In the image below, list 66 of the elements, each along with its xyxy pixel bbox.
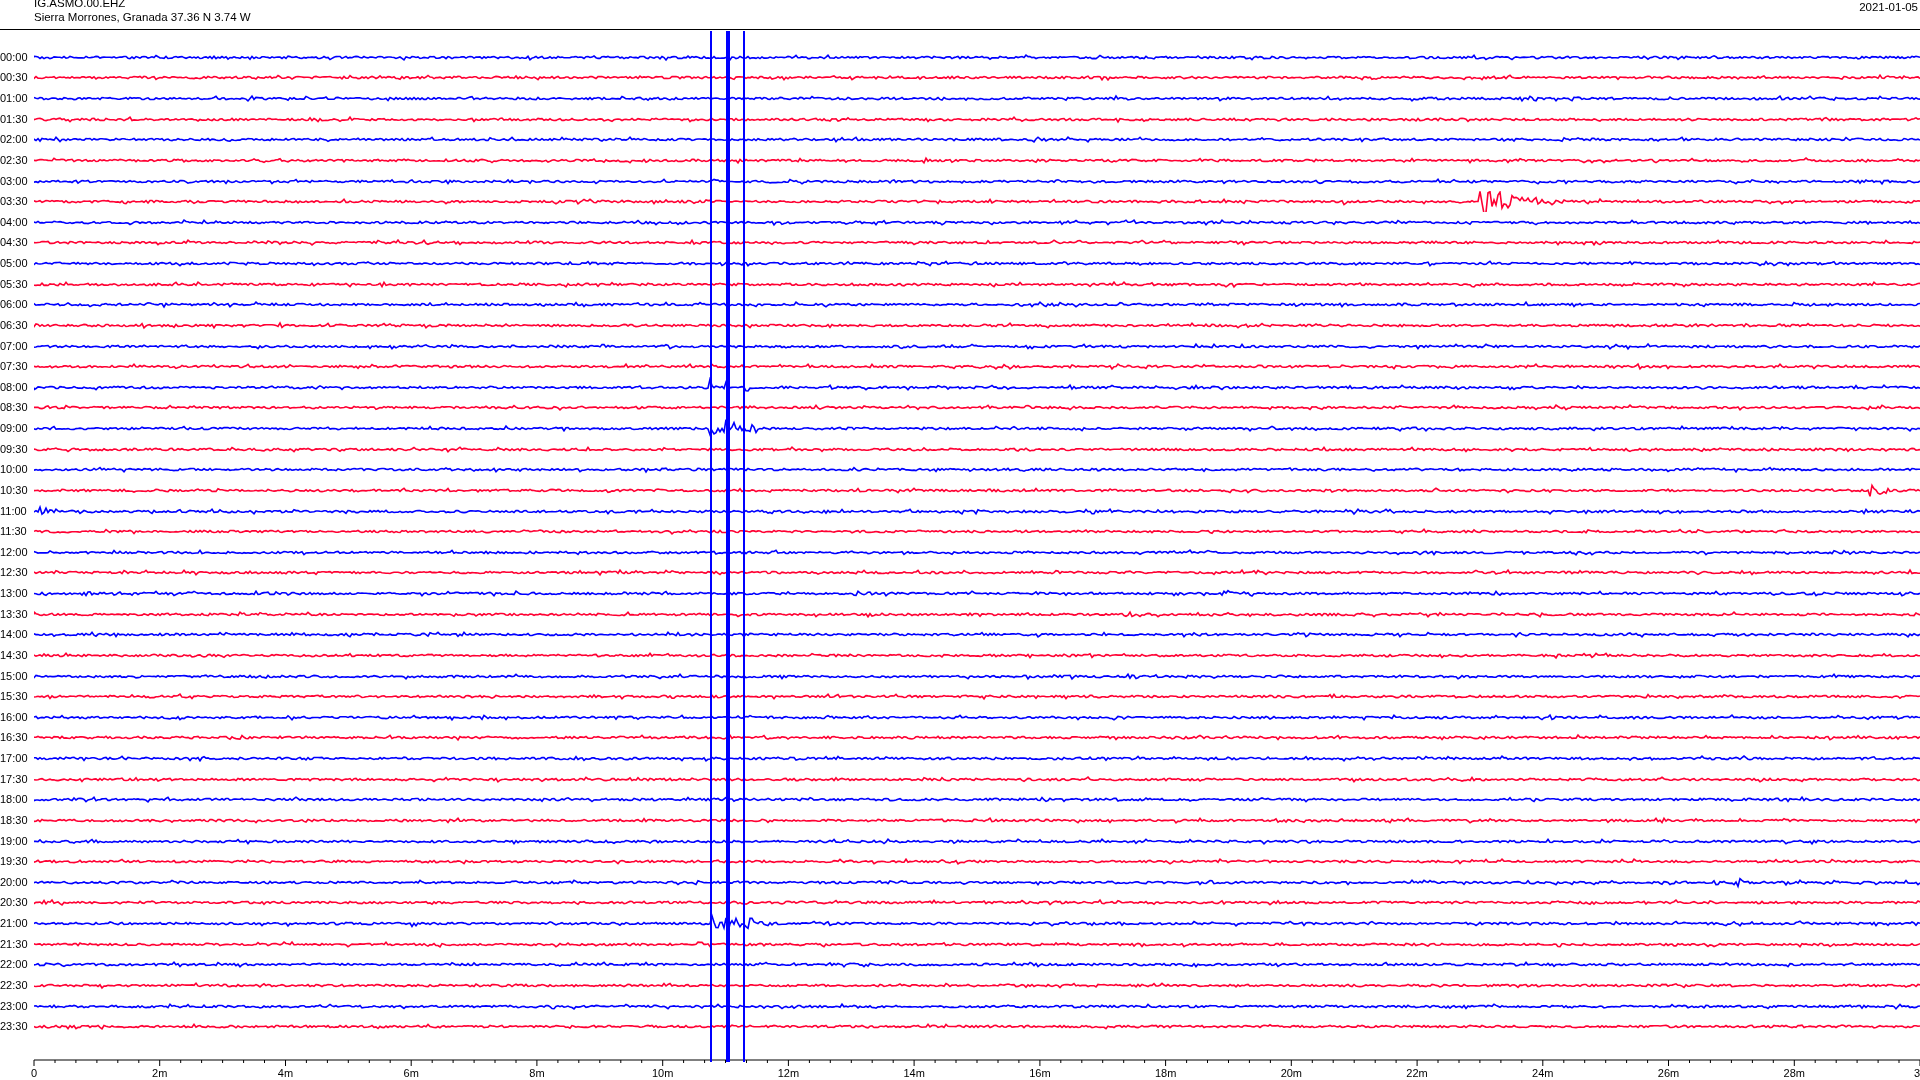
- time-label: 21:30: [0, 937, 29, 951]
- time-label: 02:30: [0, 153, 29, 167]
- time-label: 07:00: [0, 339, 29, 353]
- time-label: 23:30: [0, 1020, 29, 1034]
- time-label: 10:00: [0, 463, 29, 477]
- axis-tick-label: 20m: [1280, 1067, 1303, 1079]
- time-label: 00:00: [0, 50, 29, 64]
- axis-tick-label: 16m: [1029, 1067, 1051, 1079]
- axis-tick-label: 8m: [529, 1067, 545, 1079]
- axis-tick-label: 10m: [651, 1067, 674, 1079]
- date-label: 2021-01-05: [1859, 0, 1919, 15]
- time-label: 08:30: [0, 401, 29, 415]
- time-label: 12:00: [0, 545, 29, 559]
- time-label: 14:00: [0, 628, 29, 642]
- axis-tick-label: 6m: [403, 1067, 419, 1079]
- time-label: 22:00: [0, 958, 29, 972]
- time-label: 06:30: [0, 318, 29, 332]
- time-label: 15:30: [0, 690, 29, 704]
- axis-tick-label: 24m: [1532, 1067, 1554, 1079]
- time-label: 06:00: [0, 298, 29, 312]
- time-label: 09:00: [0, 422, 29, 436]
- time-label: 10:30: [0, 483, 29, 497]
- axis-tick-label: 4m: [277, 1067, 294, 1079]
- axis-tick-label: 2m: [152, 1067, 168, 1079]
- time-label: 20:30: [0, 896, 29, 910]
- time-label: 04:00: [0, 215, 29, 229]
- time-label: 22:30: [0, 978, 29, 992]
- time-label: 05:00: [0, 257, 29, 271]
- axis-tick-label: 18m: [1154, 1067, 1177, 1079]
- time-label: 17:00: [0, 752, 29, 766]
- time-label: 20:00: [0, 875, 29, 889]
- time-label: 15:00: [0, 669, 29, 683]
- time-label: 18:30: [0, 813, 29, 827]
- axis-tick-label: 26m: [1657, 1067, 1680, 1079]
- time-label: 09:30: [0, 442, 29, 456]
- time-label: 17:30: [0, 772, 29, 786]
- time-label: 13:00: [0, 587, 29, 601]
- time-label: 11:30: [0, 525, 28, 539]
- time-label: 01:30: [0, 112, 29, 126]
- axis-tick-label: 3: [1914, 1067, 1920, 1079]
- time-label: 01:00: [0, 92, 29, 106]
- time-label: 14:30: [0, 648, 29, 662]
- time-label: 11:00: [0, 504, 28, 518]
- time-label: 19:30: [0, 855, 29, 869]
- axis-tick-label: 22m: [1406, 1067, 1428, 1079]
- time-label: 00:30: [0, 71, 29, 85]
- time-label: 16:00: [0, 710, 29, 724]
- axis-tick-label: 0: [30, 1067, 38, 1079]
- time-label: 07:30: [0, 360, 29, 374]
- axis-tick-label: 12m: [777, 1067, 800, 1079]
- axis-tick-label: 28m: [1783, 1067, 1805, 1079]
- time-label: 21:00: [0, 917, 29, 931]
- time-label: 05:30: [0, 277, 29, 291]
- time-label: 12:30: [0, 566, 29, 580]
- time-label: 19:00: [0, 834, 29, 848]
- station-location: Sierra Morrones, Granada 37.36 N 3.74 W: [34, 10, 251, 24]
- time-label: 23:00: [0, 999, 29, 1013]
- time-label: 16:30: [0, 731, 29, 745]
- time-label: 08:00: [0, 380, 29, 394]
- time-label: 03:00: [0, 174, 29, 188]
- time-label: 02:00: [0, 133, 29, 147]
- time-label: 04:30: [0, 236, 29, 250]
- axis-tick-label: 14m: [903, 1067, 925, 1079]
- time-label: 03:30: [0, 195, 29, 209]
- time-label: 13:30: [0, 607, 29, 621]
- time-label: 18:00: [0, 793, 29, 807]
